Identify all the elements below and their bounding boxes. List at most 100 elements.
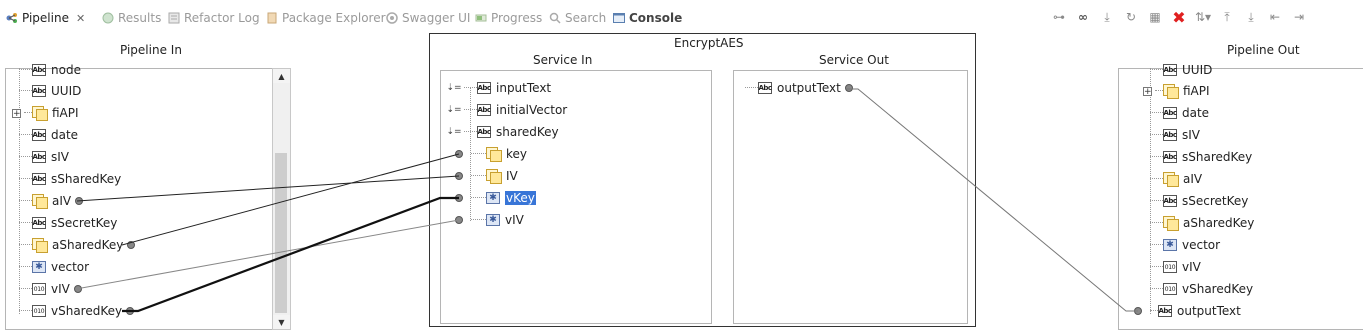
link-port[interactable]	[844, 84, 853, 92]
tree-item[interactable]: Abc sIV	[19, 148, 69, 166]
tab-label: Results	[118, 11, 162, 25]
tree-item[interactable]: ⇣= Abc inputText	[446, 79, 551, 97]
tab-refactor-log[interactable]: Refactor Log	[168, 9, 260, 27]
object-icon: ✱	[486, 214, 500, 226]
tree-item[interactable]: Abc outputText	[1134, 302, 1241, 320]
tree-item[interactable]: aSharedKey	[19, 236, 136, 254]
tab-label: Search	[565, 11, 607, 25]
expand-icon[interactable]: +	[1143, 86, 1152, 96]
string-icon: Abc	[477, 126, 491, 138]
link-port[interactable]	[455, 216, 463, 224]
tree-item[interactable]: Abc date	[1150, 104, 1209, 122]
tab-progress[interactable]: Progress	[475, 9, 542, 27]
tree-item[interactable]: ✱ vIV	[455, 211, 524, 229]
pipeline-in-scrollbar[interactable]: ▲ ▼	[272, 68, 291, 330]
move-up-icon[interactable]: ⤒	[1218, 9, 1236, 25]
string-icon: Abc	[477, 82, 491, 94]
tree-item[interactable]: ✱ vKey	[455, 189, 536, 207]
infinity-icon[interactable]: ∞	[1074, 9, 1092, 25]
string-icon: Abc	[1158, 305, 1172, 317]
tab-console[interactable]: Console	[613, 9, 682, 27]
document-list-icon	[32, 194, 48, 209]
binary-icon: 010	[1163, 283, 1177, 295]
close-icon[interactable]: ✕	[76, 12, 85, 25]
tree-item[interactable]: Abc UUID	[1150, 61, 1212, 79]
tree-item[interactable]: Abc node	[19, 61, 81, 79]
service-title: EncryptAES	[674, 36, 744, 50]
tree-item[interactable]: ⇣= Abc initialVector	[446, 101, 567, 119]
string-icon: Abc	[32, 151, 46, 163]
tab-swagger-ui[interactable]: Swagger UI	[386, 9, 470, 27]
results-icon	[102, 12, 114, 24]
tab-search[interactable]: Search	[549, 9, 606, 27]
tree-item[interactable]: Abc sSecretKey	[19, 214, 117, 232]
tab-label: Pipeline	[22, 11, 69, 25]
step-into-icon[interactable]: ⤓	[1098, 9, 1116, 25]
tab-label: Progress	[491, 11, 543, 25]
tree-item[interactable]: Abc outputText	[745, 79, 853, 97]
scroll-up-icon[interactable]: ▲	[273, 69, 290, 83]
scroll-thumb[interactable]	[275, 153, 287, 313]
link-port[interactable]	[73, 285, 82, 293]
object-icon: ✱	[32, 261, 46, 273]
link-port[interactable]	[455, 194, 463, 202]
delete-icon[interactable]: ✖	[1170, 8, 1188, 27]
tree-item[interactable]: + fiAPI	[12, 104, 79, 122]
tab-package-explorer[interactable]: Package Explorer	[266, 9, 386, 27]
map-icon[interactable]: ▦	[1146, 9, 1164, 25]
tree-item[interactable]: + fiAPI	[1143, 82, 1210, 100]
tree-item[interactable]: Abc sSecretKey	[1150, 192, 1248, 210]
document-icon	[32, 106, 48, 121]
swagger-icon	[386, 12, 398, 24]
string-icon: Abc	[758, 82, 772, 94]
tree-item[interactable]: aIV	[1150, 170, 1202, 188]
service-in-title: Service In	[533, 53, 593, 67]
tree-item[interactable]: aSharedKey	[1150, 214, 1254, 232]
tab-results[interactable]: Results	[102, 9, 161, 27]
transform-icon[interactable]: ⇅▾	[1194, 9, 1212, 25]
move-down-icon[interactable]: ⤓	[1242, 9, 1260, 25]
set-value-icon[interactable]: ⇣=	[446, 126, 461, 138]
tree-item[interactable]: aIV	[19, 192, 84, 210]
tree-item[interactable]: Abc UUID	[19, 82, 81, 100]
tree-item[interactable]: ✱ vector	[1150, 236, 1220, 254]
link-icon[interactable]: ⊶	[1050, 9, 1068, 25]
link-port[interactable]	[126, 307, 135, 315]
string-icon: Abc	[1163, 195, 1177, 207]
tab-pipeline[interactable]: Pipeline ✕	[6, 9, 85, 27]
tree-item[interactable]: ⇣= Abc sharedKey	[446, 123, 558, 141]
tree-item[interactable]: 010 vSharedKey	[19, 302, 135, 320]
move-right-icon[interactable]: ⇥	[1290, 9, 1308, 25]
expand-icon[interactable]: +	[12, 108, 21, 118]
link-port[interactable]	[75, 197, 84, 205]
tree-item[interactable]: Abc sIV	[1150, 126, 1200, 144]
tree-item[interactable]: IV	[455, 167, 518, 185]
string-icon: Abc	[1163, 107, 1177, 119]
move-left-icon[interactable]: ⇤	[1266, 9, 1284, 25]
tab-label: Console	[629, 11, 683, 25]
service-out-tree[interactable]	[733, 70, 968, 324]
string-icon: Abc	[1163, 151, 1177, 163]
tree-item[interactable]: 010 vIV	[1150, 258, 1201, 276]
object-icon: ✱	[486, 192, 500, 204]
string-icon: Abc	[32, 129, 46, 141]
link-port[interactable]	[455, 172, 463, 180]
scroll-down-icon[interactable]: ▼	[273, 315, 290, 329]
tree-item[interactable]: 010 vIV	[19, 280, 82, 298]
tree-item[interactable]: Abc date	[19, 126, 78, 144]
refresh-icon[interactable]: ↻	[1122, 9, 1140, 25]
set-value-icon[interactable]: ⇣=	[446, 82, 461, 94]
pipeline-out-title: Pipeline Out	[1227, 43, 1300, 57]
link-port[interactable]	[455, 150, 463, 158]
link-port[interactable]	[1134, 307, 1142, 315]
tree-item[interactable]: 010 vSharedKey	[1150, 280, 1253, 298]
string-icon: Abc	[32, 64, 46, 76]
tree-item[interactable]: ✱ vector	[19, 258, 89, 276]
tree-item[interactable]: Abc sSharedKey	[19, 170, 121, 188]
tree-item[interactable]: key	[455, 145, 527, 163]
tree-item[interactable]: Abc sSharedKey	[1150, 148, 1252, 166]
link-port[interactable]	[127, 241, 136, 249]
tab-label: Swagger UI	[402, 11, 471, 25]
service-out-title: Service Out	[819, 53, 889, 67]
set-value-icon[interactable]: ⇣=	[446, 104, 461, 116]
